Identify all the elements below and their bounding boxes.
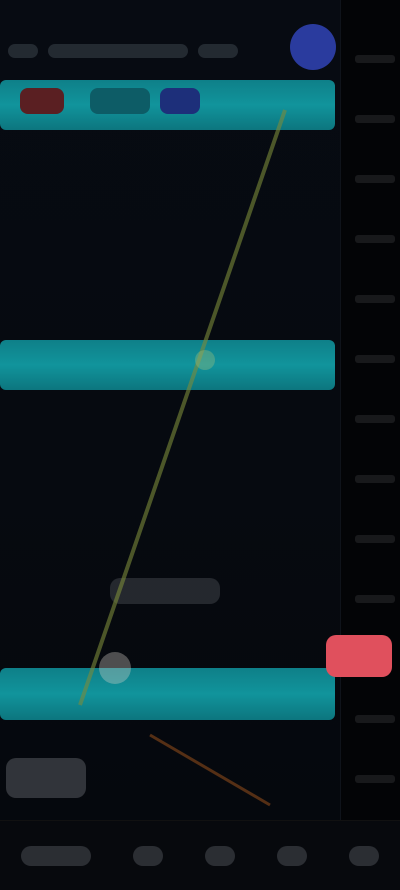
trendline [78, 109, 287, 706]
price-tick [355, 535, 395, 543]
bottom-nav [0, 820, 400, 890]
price-axis[interactable] [340, 0, 400, 820]
price-tick [355, 595, 395, 603]
price-tick [355, 475, 395, 483]
chart-area[interactable] [0, 0, 340, 820]
price-tick [355, 115, 395, 123]
chart-drawings [78, 109, 287, 807]
price-tick [355, 355, 395, 363]
price-tick [355, 415, 395, 423]
price-tick [355, 715, 395, 723]
price-tick [355, 175, 395, 183]
price-tick [355, 775, 395, 783]
price-tick [355, 55, 395, 63]
current-price-tag [326, 635, 392, 677]
price-tick [355, 295, 395, 303]
layout-button[interactable] [277, 845, 307, 866]
indicators-button[interactable] [133, 845, 163, 866]
trend-anchor-mid [195, 350, 215, 370]
trend-anchor [99, 652, 131, 684]
draw-button[interactable] [205, 845, 235, 866]
more-button[interactable] [349, 845, 379, 866]
price-tick [355, 235, 395, 243]
timeframe-button[interactable] [21, 845, 91, 866]
descending-line [149, 733, 271, 807]
